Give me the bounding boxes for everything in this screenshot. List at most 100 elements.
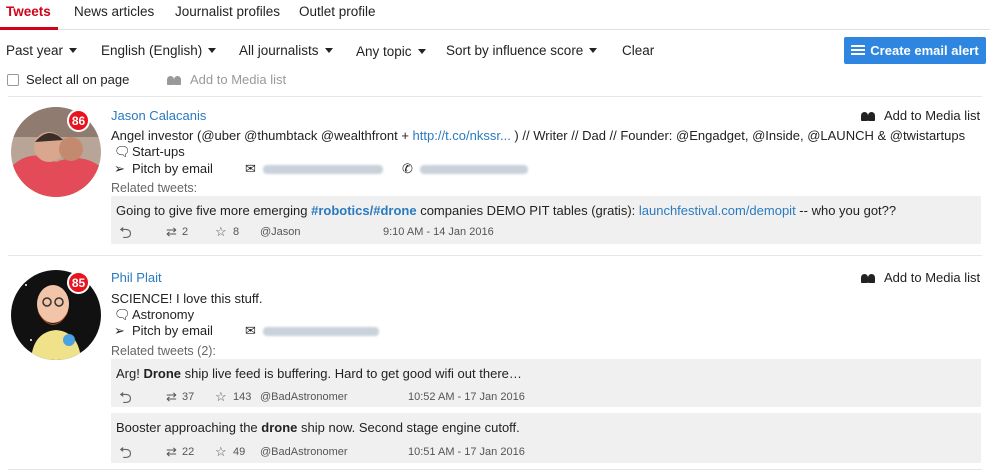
redacted-email [263,165,383,175]
filter-sort-label: Sort by influence score [446,43,584,58]
tab-tweets[interactable]: Tweets [6,4,51,19]
create-email-alert-button[interactable]: Create email alert [844,37,986,64]
tweet-handle[interactable]: @BadAstronomer [260,446,348,458]
envelope-icon: ✉ [245,323,256,338]
star-icon[interactable]: ☆ [215,444,227,460]
influence-score-badge: 85 [67,271,90,294]
pitch-by-email-link[interactable]: ➢ Pitch by email [114,161,213,177]
filter-language[interactable]: English (English) [101,43,217,58]
filter-topic-label: Any topic [356,44,412,59]
select-all-checkbox[interactable] [7,74,19,86]
paper-plane-icon: ➢ [114,323,125,338]
filter-time[interactable]: Past year [6,43,78,58]
tweet-link[interactable]: launchfestival.com/demopit [639,203,796,218]
filter-journalists[interactable]: All journalists [239,43,333,58]
envelope-icon: ✉ [245,161,256,176]
create-email-alert-label: Create email alert [870,43,979,58]
email-address: ✉ [245,161,383,177]
email-address: ✉ [245,323,379,339]
journalist-bio: SCIENCE! I love this stuff. [111,291,263,306]
tweet-text: Booster approaching the drone ship now. … [116,420,520,435]
bio-text: Angel investor (@uber @thumbtack @wealth… [111,128,413,143]
tweet-text-part: -- who you got?? [795,203,897,218]
tweet-text-part: companies DEMO PIT tables (gratis): [416,203,639,218]
chevron-down-icon [208,48,217,53]
people-icon [167,75,183,85]
add-to-media-list-label: Add to Media list [884,270,981,285]
tweet-handle[interactable]: @Jason [260,226,301,238]
related-tweets-label: Related tweets (2): [111,344,216,358]
chevron-down-icon [69,48,78,53]
clear-filters-link[interactable]: Clear [622,43,654,58]
paper-plane-icon: ➢ [114,161,125,176]
redacted-phone [420,165,528,175]
tab-bar: Tweets News articles Journalist profiles… [0,0,990,30]
add-to-media-list-button[interactable]: Add to Media list [861,270,980,285]
bio-link[interactable]: http://t.co/nkssr... [413,128,511,143]
people-icon [861,273,877,283]
tweet-text-part: Going to give five more emerging [116,203,312,218]
tab-journalist-profiles[interactable]: Journalist profiles [175,4,280,19]
filter-time-label: Past year [6,43,64,58]
select-all-label: Select all on page [26,72,130,87]
star-icon[interactable]: ☆ [215,389,227,405]
favorite-count: 8 [233,226,240,238]
chat-icon: 🗨 [114,144,131,159]
star-icon[interactable]: ☆ [215,224,227,240]
divider [8,96,982,97]
add-to-media-list-bulk-button[interactable]: Add to Media list [167,72,286,87]
keyword-highlight: drone [261,420,298,435]
favorite-count: 49 [233,446,246,458]
journalist-name-link[interactable]: Jason Calacanis [111,108,206,123]
tweet-text-part: Booster approaching the [116,420,262,435]
tab-outlet-profile[interactable]: Outlet profile [299,4,376,19]
filter-sort[interactable]: Sort by influence score [446,43,598,58]
tweet-card: Arg! Drone ship live feed is buffering. … [111,359,981,407]
tweet-handle[interactable]: @BadAstronomer [260,391,348,403]
tweet-text-part: ship now. Second stage engine cutoff. [297,420,520,435]
topic-label: Astronomy [132,307,195,322]
pitch-by-email-link[interactable]: ➢ Pitch by email [114,323,213,339]
topic: 🗨Astronomy [114,307,194,323]
tweet-timestamp[interactable]: 10:51 AM - 17 Jan 2016 [408,446,525,458]
chevron-down-icon [417,49,426,54]
add-to-media-list-label: Add to Media list [190,72,287,87]
active-tab-indicator [0,27,58,30]
hashtag-link[interactable]: #robotics [311,203,370,218]
phone-number: ✆ [402,161,528,177]
redacted-email [263,327,379,337]
add-to-media-list-button[interactable]: Add to Media list [861,108,980,123]
reply-icon[interactable]: ⮌ [119,387,132,414]
tweet-timestamp[interactable]: 10:52 AM - 17 Jan 2016 [408,391,525,403]
retweet-count: 37 [182,391,195,403]
filter-journalists-label: All journalists [239,43,319,58]
topic-label: Start-ups [132,144,185,159]
hashtag-link[interactable]: #drone [373,203,416,218]
chevron-down-icon [324,48,333,53]
tweet-text-part: Arg! [116,366,144,381]
tweet-card: Going to give five more emerging #roboti… [111,196,981,244]
topic: 🗨Start-ups [114,144,185,160]
related-tweets-label: Related tweets: [111,181,198,195]
tweet-text: Going to give five more emerging #roboti… [116,203,896,218]
filter-topic[interactable]: Any topic [356,44,426,59]
influence-score-badge: 86 [67,109,90,132]
retweet-icon[interactable]: ⇄ [166,224,177,240]
tab-news-articles[interactable]: News articles [74,4,154,19]
retweet-icon[interactable]: ⇄ [166,389,177,405]
tweet-text: Arg! Drone ship live feed is buffering. … [116,366,522,381]
reply-icon[interactable]: ⮌ [119,222,132,249]
chevron-down-icon [589,48,598,53]
tweet-timestamp[interactable]: 9:10 AM - 14 Jan 2016 [383,226,494,238]
divider [8,255,982,256]
filter-language-label: English (English) [101,43,203,58]
reply-icon[interactable]: ⮌ [119,442,132,469]
bio-text: ) // Writer // Dad // Founder: @Engadget… [510,128,966,143]
retweet-icon[interactable]: ⇄ [166,444,177,460]
add-to-media-list-label: Add to Media list [884,108,981,123]
journalist-name-link[interactable]: Phil Plait [111,270,162,285]
people-icon [861,111,877,121]
list-icon [851,45,866,56]
retweet-count: 22 [182,446,195,458]
chat-icon: 🗨 [114,307,131,322]
